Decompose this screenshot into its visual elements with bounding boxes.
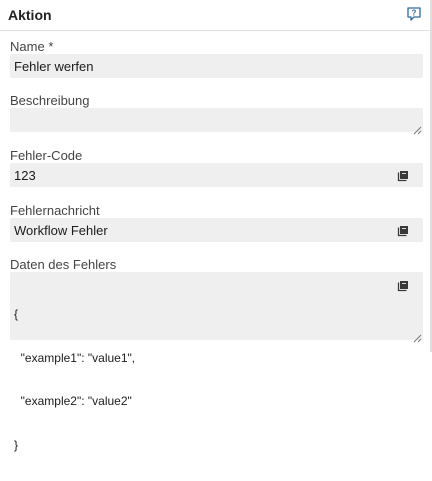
book-icon[interactable]: [397, 224, 409, 237]
action-panel: Aktion ? Name * Fehler werfen Beschreibu…: [0, 0, 431, 452]
resize-handle-icon[interactable]: [413, 122, 422, 135]
name-label-text: Name: [10, 39, 45, 54]
name-field-value: Fehler werfen: [14, 59, 94, 74]
description-label: Beschreibung: [10, 93, 90, 108]
name-label: Name *: [10, 39, 53, 54]
name-field[interactable]: Fehler werfen: [10, 54, 423, 78]
error-code-field[interactable]: 123: [10, 163, 423, 187]
description-field[interactable]: [10, 108, 423, 135]
code-line: }: [14, 437, 19, 452]
error-code-value: 123: [14, 168, 36, 183]
code-line: "example1": "value1",: [14, 350, 136, 365]
help-icon[interactable]: ?: [406, 6, 422, 22]
code-line: "example2": "value2": [14, 394, 132, 408]
code-line: {: [14, 307, 19, 321]
resize-handle-icon[interactable]: [413, 330, 422, 343]
error-data-code: { "example1": "value1", "example2": "val…: [14, 278, 135, 481]
error-data-label: Daten des Fehlers: [10, 257, 117, 272]
error-message-label: Fehlernachricht: [10, 203, 100, 218]
error-message-value: Workflow Fehler: [14, 223, 108, 238]
svg-text:?: ?: [412, 9, 417, 18]
panel-title: Aktion: [8, 7, 52, 23]
panel-header: Aktion ?: [0, 0, 430, 31]
required-marker: *: [48, 39, 54, 54]
error-code-label: Fehler-Code: [10, 148, 83, 163]
book-icon[interactable]: [397, 169, 409, 182]
error-message-field[interactable]: Workflow Fehler: [10, 218, 423, 242]
error-data-field[interactable]: { "example1": "value1", "example2": "val…: [10, 272, 423, 452]
book-icon[interactable]: [397, 279, 409, 292]
